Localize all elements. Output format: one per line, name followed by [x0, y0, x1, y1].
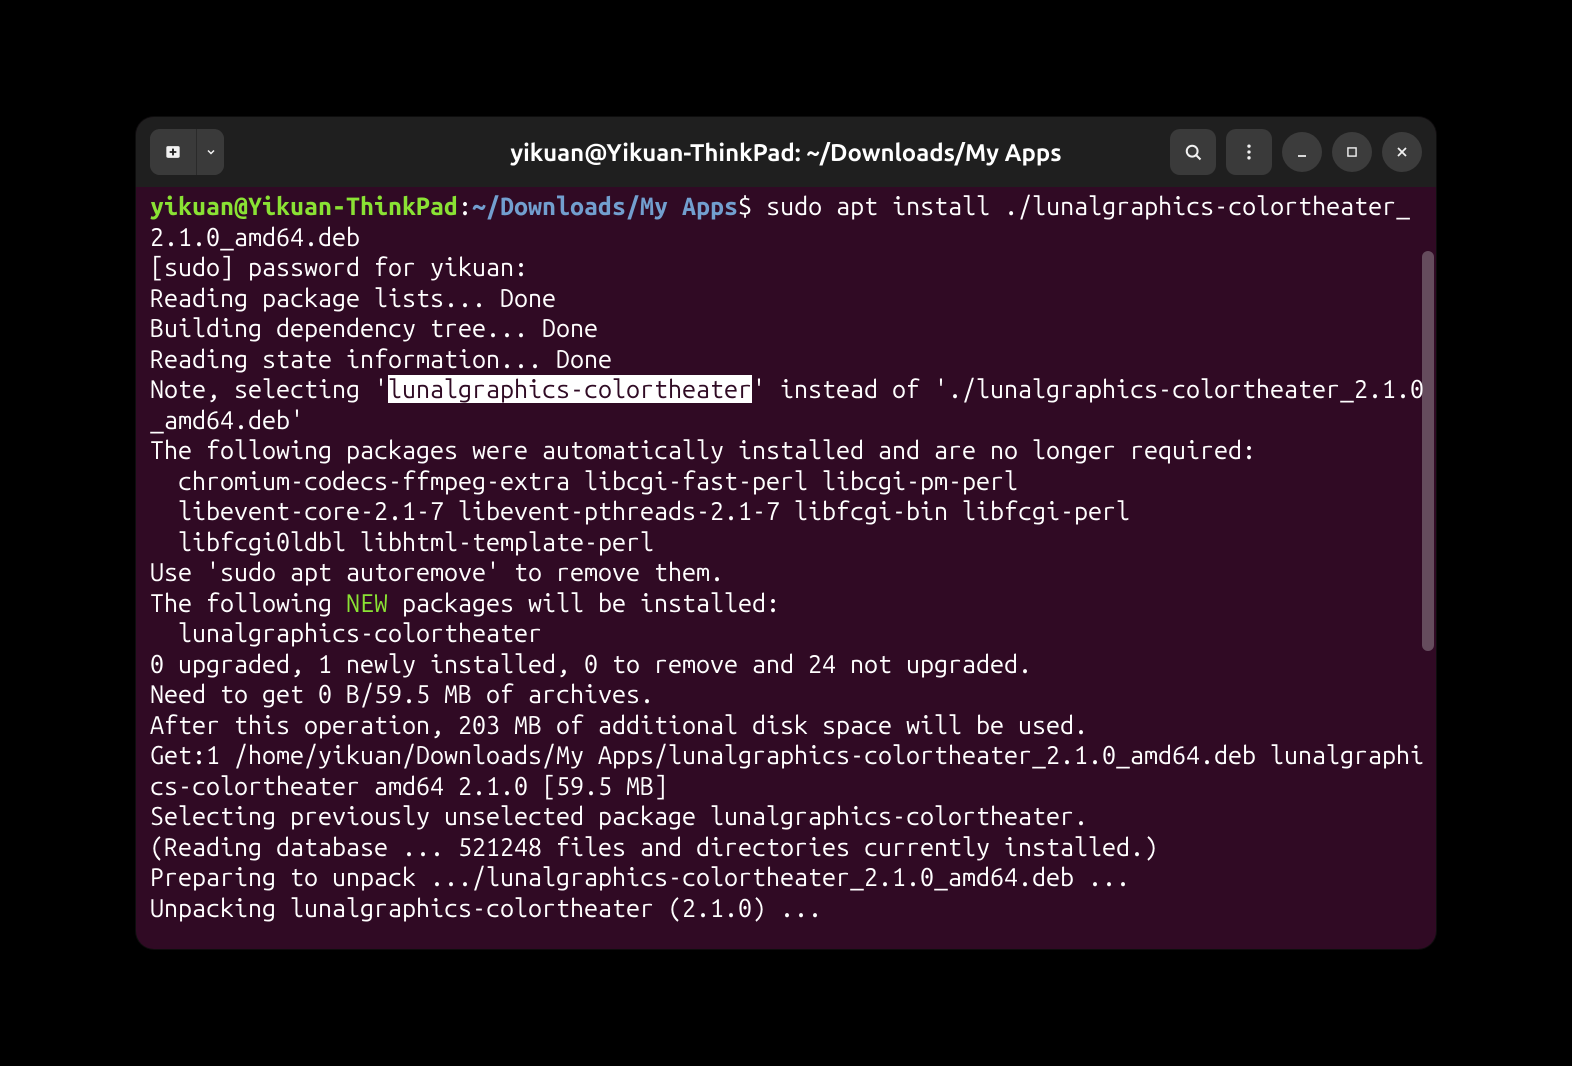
search-icon [1183, 142, 1203, 162]
prompt-path: ~/Downloads/My Apps [472, 192, 738, 220]
output-line: libevent-core-2.1-7 libevent-pthreads-2.… [150, 497, 1130, 525]
new-tab-button[interactable] [150, 129, 196, 175]
output-line: The following packages were automaticall… [150, 436, 1256, 464]
output-line: Use 'sudo apt autoremove' to remove them… [150, 558, 724, 586]
prompt-user-host: yikuan@Yikuan-ThinkPad [150, 192, 458, 220]
output-line: Unpacking lunalgraphics-colortheater (2.… [150, 894, 822, 922]
titlebar-right [1170, 129, 1422, 175]
output-line: packages will be installed: [388, 589, 780, 617]
output-line: chromium-codecs-ffmpeg-extra libcgi-fast… [150, 467, 1018, 495]
output-line: Reading state information... Done [150, 345, 612, 373]
titlebar-left [150, 129, 224, 175]
output-line: Reading package lists... Done [150, 284, 556, 312]
terminal-output[interactable]: yikuan@Yikuan-ThinkPad:~/Downloads/My Ap… [136, 187, 1436, 949]
output-line: 0 upgraded, 1 newly installed, 0 to remo… [150, 650, 1032, 678]
maximize-icon [1345, 145, 1359, 159]
titlebar: yikuan@Yikuan-ThinkPad: ~/Downloads/My A… [136, 117, 1436, 187]
output-line: Preparing to unpack .../lunalgraphics-co… [150, 863, 1130, 891]
output-line: The following [150, 589, 346, 617]
output-line: [sudo] password for yikuan: [150, 253, 542, 281]
prompt-sep: : [458, 192, 472, 220]
output-highlight: lunalgraphics-colortheater [388, 375, 752, 403]
new-tab-dropdown-button[interactable] [196, 129, 224, 175]
close-button[interactable] [1382, 132, 1422, 172]
output-line: Note, selecting ' [150, 375, 388, 403]
output-line: Selecting previously unselected package … [150, 802, 1088, 830]
output-line: lunalgraphics-colortheater [150, 619, 542, 647]
minimize-button[interactable] [1282, 132, 1322, 172]
terminal-window: yikuan@Yikuan-ThinkPad: ~/Downloads/My A… [136, 117, 1436, 949]
new-tab-icon [163, 142, 183, 162]
kebab-icon [1239, 142, 1259, 162]
output-new-label: NEW [346, 589, 388, 617]
scrollbar-thumb[interactable] [1422, 251, 1434, 651]
output-line: libfcgi0ldbl libhtml-template-perl [150, 528, 654, 556]
output-line: Need to get 0 B/59.5 MB of archives. [150, 680, 654, 708]
maximize-button[interactable] [1332, 132, 1372, 172]
search-button[interactable] [1170, 129, 1216, 175]
output-line: After this operation, 203 MB of addition… [150, 711, 1088, 739]
chevron-down-icon [205, 146, 217, 158]
minimize-icon [1294, 144, 1310, 160]
menu-button[interactable] [1226, 129, 1272, 175]
output-line: Building dependency tree... Done [150, 314, 598, 342]
new-tab-group [150, 129, 224, 175]
output-line: (Reading database ... 521248 files and d… [150, 833, 1158, 861]
output-line: Get:1 /home/yikuan/Downloads/My Apps/lun… [150, 741, 1424, 800]
close-icon [1394, 144, 1410, 160]
prompt-dollar: $ [738, 192, 766, 220]
